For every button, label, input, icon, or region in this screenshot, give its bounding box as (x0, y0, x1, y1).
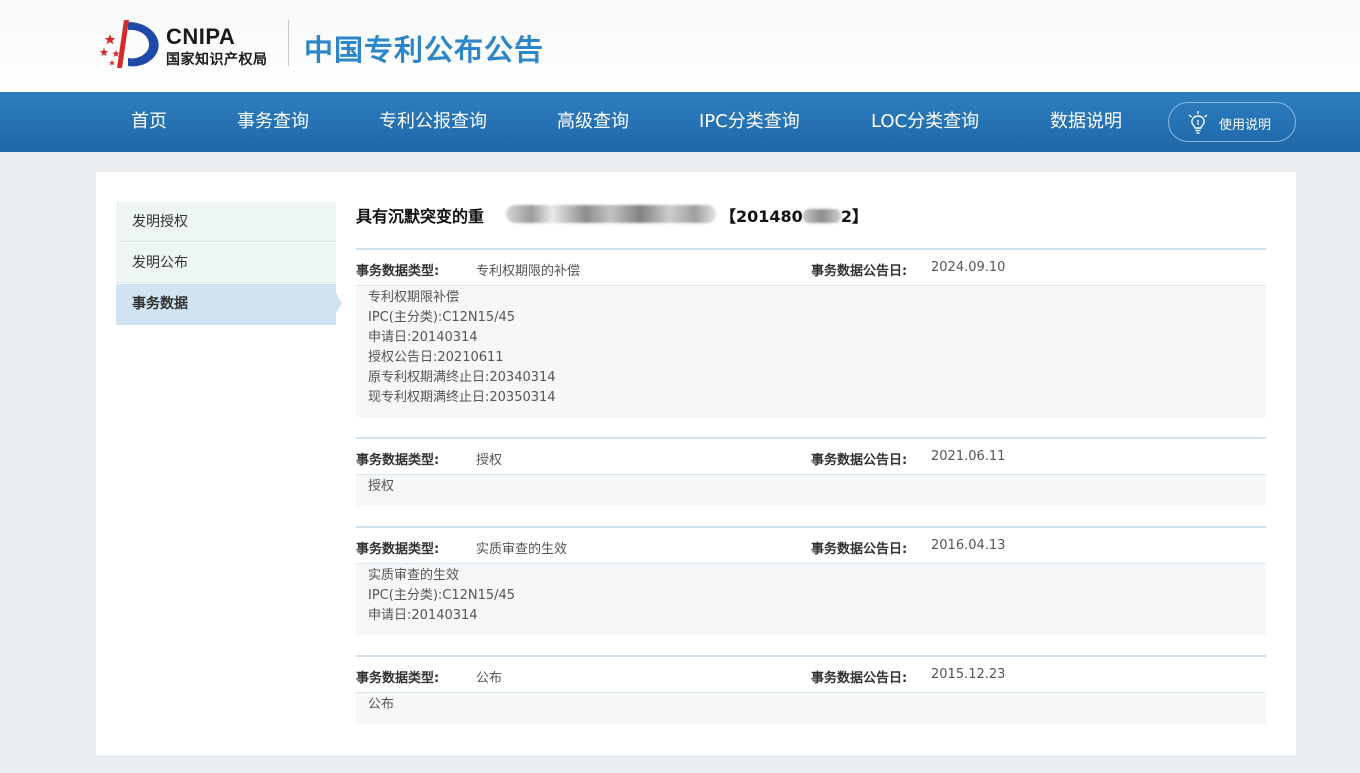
record-date-label: 事务数据公告日: (811, 453, 908, 468)
nav-item-data-description[interactable]: 数据说明 (1050, 92, 1122, 152)
record-header: 事务数据类型: 专利权期限的补偿 事务数据公告日: 2024.09.10 (356, 248, 1266, 286)
record-line: 授权公告日:20210611 (368, 350, 504, 365)
patent-title-redacted (506, 205, 716, 223)
record-type-value: 专利权期限的补偿 (476, 264, 581, 279)
help-button-label: 使用说明 (1219, 118, 1272, 133)
record-line: 专利权期限补偿 (368, 290, 460, 305)
sidebar-active-arrow (336, 293, 342, 313)
logo-text-cn: 国家知识产权局 (166, 52, 268, 68)
logo-divider (288, 20, 289, 66)
record-date-label: 事务数据公告日: (811, 542, 908, 557)
lightbulb-icon (1188, 111, 1208, 134)
content-card: 发明授权 发明公布 事务数据 具有沉默突变的重 【201480 2】 事务数据类型… (96, 172, 1296, 755)
record-type-value: 授权 (476, 453, 503, 468)
record-header: 事务数据类型: 实质审查的生效 事务数据公告日: 2016.04.13 (356, 526, 1266, 564)
record-body: 公布 (356, 693, 1266, 724)
patent-number-redacted (802, 209, 841, 223)
sidebar-item-invention-grant[interactable]: 发明授权 (116, 202, 336, 242)
record-line: 现专利权期满终止日:20350314 (368, 390, 556, 405)
record-header: 事务数据类型: 授权 事务数据公告日: 2021.06.11 (356, 437, 1266, 475)
record-type-value: 公布 (476, 671, 503, 686)
record-date-label: 事务数据公告日: (811, 264, 908, 279)
record-type-label: 事务数据类型: (356, 671, 440, 686)
site-title[interactable]: 中国专利公布公告 (304, 27, 544, 69)
record-date-value: 2015.12.23 (931, 667, 1006, 682)
nav-item-loc-query[interactable]: LOC分类查询 (871, 92, 979, 152)
record-line: 申请日:20140314 (368, 608, 478, 623)
help-button[interactable]: 使用说明 (1168, 102, 1296, 142)
nav-item-transaction-query[interactable]: 事务查询 (237, 92, 309, 152)
record-header: 事务数据类型: 公布 事务数据公告日: 2015.12.23 (356, 655, 1266, 693)
record-type-label: 事务数据类型: (356, 453, 440, 468)
transaction-record: 事务数据类型: 公布 事务数据公告日: 2015.12.23 公布 (356, 655, 1266, 725)
record-date-value: 2021.06.11 (931, 449, 1006, 464)
cnipa-logo-icon[interactable] (98, 18, 162, 70)
nav-item-home[interactable]: 首页 (131, 92, 167, 152)
transaction-record: 事务数据类型: 实质审查的生效 事务数据公告日: 2016.04.13 实质审查… (356, 526, 1266, 636)
record-line: 公布 (368, 697, 395, 712)
logo-text-en: CNIPA (166, 24, 236, 49)
record-date-value: 2024.09.10 (931, 260, 1006, 275)
record-type-label: 事务数据类型: (356, 264, 440, 279)
record-body: 专利权期限补偿 IPC(主分类):C12N15/45 申请日:20140314 … (356, 286, 1266, 417)
record-type-value: 实质审查的生效 (476, 542, 568, 557)
nav-item-gazette-query[interactable]: 专利公报查询 (379, 92, 487, 152)
record-date-label: 事务数据公告日: (811, 671, 908, 686)
nav-item-ipc-query[interactable]: IPC分类查询 (699, 92, 800, 152)
patent-title-suffix: 【201480 2】 (720, 203, 868, 227)
patent-number-end: 2】 (840, 207, 868, 226)
record-line: IPC(主分类):C12N15/45 (368, 310, 516, 325)
record-line: 申请日:20140314 (368, 330, 478, 345)
sidebar-item-transaction-data[interactable]: 事务数据 (116, 284, 336, 325)
record-type-label: 事务数据类型: (356, 542, 440, 557)
main-nav: 首页 事务查询 专利公报查询 高级查询 IPC分类查询 LOC分类查询 数据说明… (0, 92, 1360, 152)
record-line: 实质审查的生效 (368, 568, 460, 583)
record-line: 授权 (368, 479, 395, 494)
transaction-record: 事务数据类型: 专利权期限的补偿 事务数据公告日: 2024.09.10 专利权… (356, 248, 1266, 418)
site-header: CNIPA 国家知识产权局 中国专利公布公告 (0, 0, 1360, 92)
patent-title-prefix: 具有沉默突变的重 (356, 207, 485, 226)
patent-number-prefix: 【201480 (720, 207, 803, 226)
nav-item-advanced-query[interactable]: 高级查询 (557, 92, 629, 152)
record-body: 实质审查的生效 IPC(主分类):C12N15/45 申请日:20140314 (356, 564, 1266, 635)
transaction-record: 事务数据类型: 授权 事务数据公告日: 2021.06.11 授权 (356, 437, 1266, 507)
record-line: IPC(主分类):C12N15/45 (368, 588, 516, 603)
record-line: 原专利权期满终止日:20340314 (368, 370, 556, 385)
record-date-value: 2016.04.13 (931, 538, 1006, 553)
sidebar-item-invention-publication[interactable]: 发明公布 (116, 243, 336, 283)
record-body: 授权 (356, 475, 1266, 506)
